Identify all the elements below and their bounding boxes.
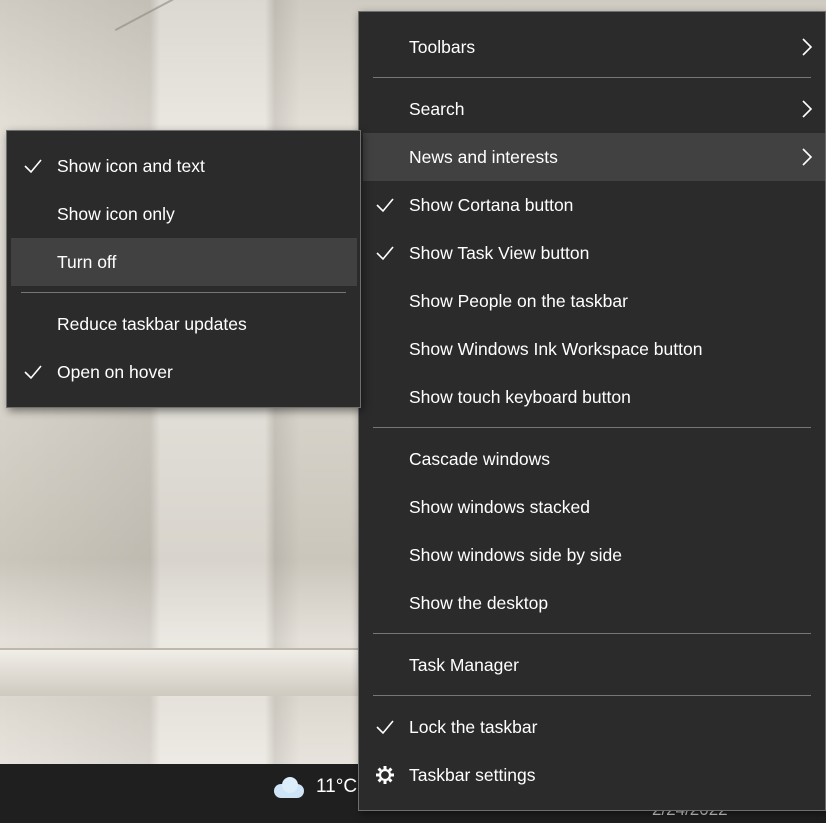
submenu-item-reduce-taskbar-updates[interactable]: Reduce taskbar updates	[11, 300, 360, 348]
menu-item-show-windows-ink[interactable]: Show Windows Ink Workspace button	[363, 325, 825, 373]
menu-item-label: Taskbar settings	[409, 764, 536, 785]
checkmark-icon	[24, 159, 42, 174]
submenu-item-show-icon-and-text[interactable]: Show icon and text	[11, 142, 360, 190]
submenu-item-open-on-hover[interactable]: Open on hover	[11, 348, 360, 396]
menu-item-label: Show the desktop	[409, 592, 549, 613]
menu-item-news-and-interests[interactable]: News and interests	[363, 133, 825, 181]
menu-item-label: News and interests	[409, 146, 558, 167]
submenu-item-show-icon-only[interactable]: Show icon only	[11, 190, 360, 238]
menu-item-label: Show People on the taskbar	[409, 290, 628, 311]
menu-item-label: Lock the taskbar	[409, 716, 538, 737]
menu-item-label: Show windows stacked	[409, 496, 590, 517]
submenu-item-turn-off[interactable]: Turn off	[11, 238, 357, 286]
chevron-right-icon	[802, 38, 813, 56]
menu-item-label: Show Task View button	[409, 242, 590, 263]
menu-item-label: Show icon only	[57, 203, 175, 224]
menu-item-label: Open on hover	[57, 361, 173, 382]
menu-item-show-task-view-button[interactable]: Show Task View button	[363, 229, 825, 277]
checkmark-icon	[376, 246, 394, 261]
menu-item-label: Show Windows Ink Workspace button	[409, 338, 703, 359]
weather-temperature: 11°C	[316, 776, 358, 797]
menu-separator	[373, 633, 811, 634]
checkmark-icon	[376, 720, 394, 735]
wallpaper-detail	[114, 0, 206, 67]
news-and-interests-submenu: Show icon and text Show icon only Turn o…	[6, 130, 361, 408]
wallpaper-ledge	[0, 648, 360, 696]
menu-item-search[interactable]: Search	[363, 85, 825, 133]
checkmark-icon	[24, 365, 42, 380]
menu-item-taskbar-settings[interactable]: Taskbar settings	[363, 751, 825, 799]
gear-icon	[376, 766, 394, 784]
menu-item-toolbars[interactable]: Toolbars	[363, 23, 825, 71]
menu-item-label: Show windows side by side	[409, 544, 623, 565]
checkmark-icon	[376, 198, 394, 213]
menu-item-label: Task Manager	[409, 654, 519, 675]
menu-item-task-manager[interactable]: Task Manager	[363, 641, 825, 689]
menu-item-lock-the-taskbar[interactable]: Lock the taskbar	[363, 703, 825, 751]
menu-separator	[373, 695, 811, 696]
menu-item-show-cortana-button[interactable]: Show Cortana button	[363, 181, 825, 229]
menu-item-show-windows-stacked[interactable]: Show windows stacked	[363, 483, 825, 531]
menu-separator	[373, 427, 811, 428]
chevron-right-icon	[802, 100, 813, 118]
menu-item-show-the-desktop[interactable]: Show the desktop	[363, 579, 825, 627]
cloud-icon	[272, 776, 306, 798]
menu-separator	[373, 77, 811, 78]
taskbar-context-menu: Toolbars Search News and interests Show …	[358, 11, 826, 811]
menu-item-label: Show icon and text	[57, 155, 205, 176]
menu-item-label: Show touch keyboard button	[409, 386, 631, 407]
menu-item-show-windows-side-by-side[interactable]: Show windows side by side	[363, 531, 825, 579]
menu-item-label: Turn off	[57, 251, 117, 272]
menu-item-show-people[interactable]: Show People on the taskbar	[363, 277, 825, 325]
menu-item-label: Reduce taskbar updates	[57, 313, 247, 334]
menu-item-label: Toolbars	[409, 36, 476, 57]
menu-item-show-touch-keyboard[interactable]: Show touch keyboard button	[363, 373, 825, 421]
menu-item-label: Cascade windows	[409, 448, 551, 469]
menu-separator	[21, 292, 346, 293]
chevron-right-icon	[802, 148, 813, 166]
menu-item-cascade-windows[interactable]: Cascade windows	[363, 435, 825, 483]
menu-item-label: Show Cortana button	[409, 194, 574, 215]
news-and-interests-widget[interactable]: 11°C	[272, 776, 357, 798]
menu-item-label: Search	[409, 98, 465, 119]
